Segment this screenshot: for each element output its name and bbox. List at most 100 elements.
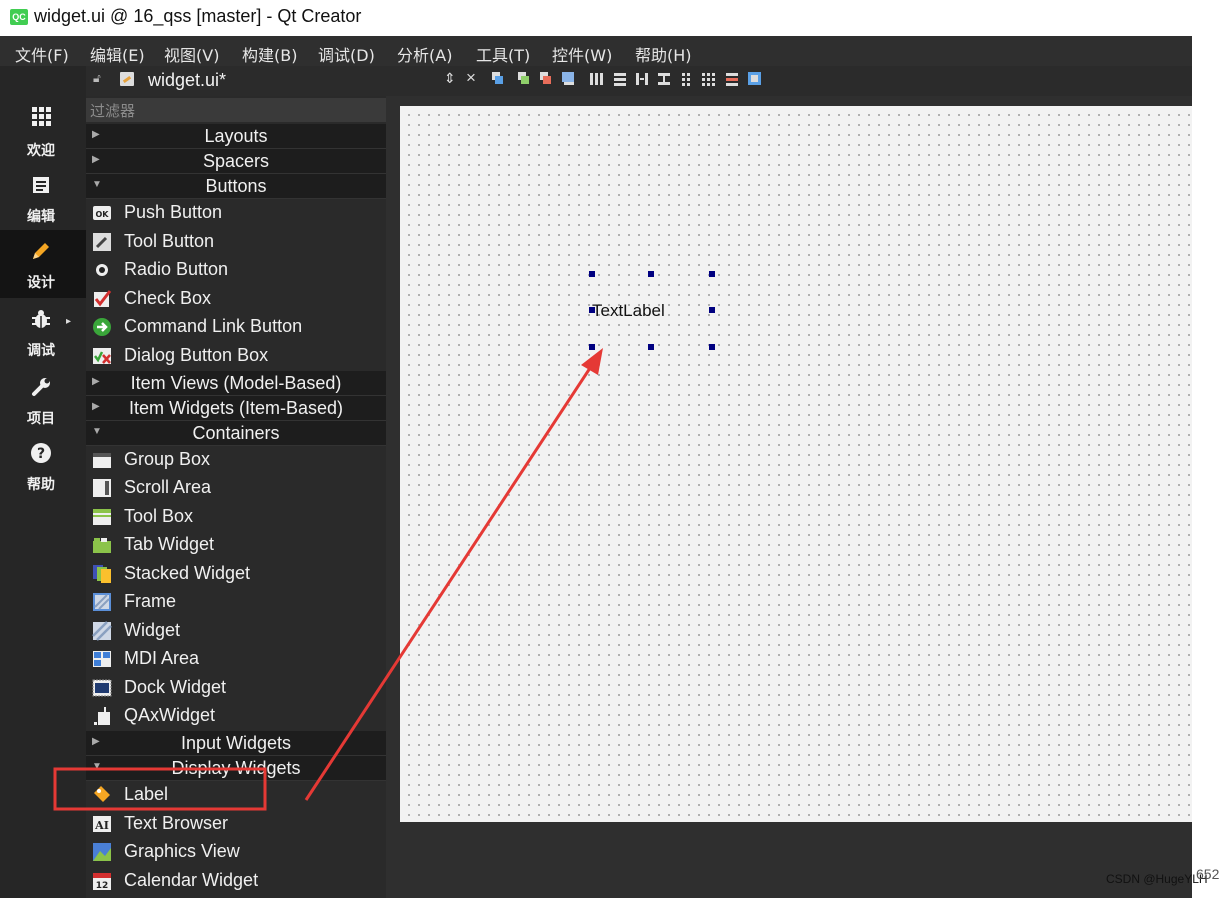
form-text-label[interactable]: TextLabel (592, 301, 665, 321)
check-box-icon (94, 290, 112, 307)
mode-welcome[interactable]: 欢迎 (0, 102, 86, 164)
label-tag-icon (94, 786, 110, 802)
widget-tab-widget[interactable]: Tab Widget (90, 531, 380, 559)
category-spacers[interactable]: ▶ Spacers (86, 149, 386, 174)
group-box-icon (93, 453, 111, 468)
resize-handle[interactable] (709, 344, 715, 350)
widget-dock-widget[interactable]: Dock Widget (90, 674, 380, 702)
unlock-icon[interactable]: 🔓︎ (93, 70, 105, 86)
menu-edit[interactable]: 编辑(E) (90, 42, 145, 66)
widget-tool-button[interactable]: Tool Button (90, 228, 380, 256)
svg-text:12: 12 (96, 881, 109, 891)
resize-handle[interactable] (648, 271, 654, 277)
widget-tool-box[interactable]: Tool Box (90, 503, 380, 531)
widget-dialog-button-box[interactable]: Dialog Button Box (90, 342, 380, 370)
mode-label: 设计 (27, 275, 55, 291)
menu-build[interactable]: 构建(B) (242, 42, 297, 66)
category-buttons[interactable]: ▼ Buttons (86, 174, 386, 199)
mode-label: 项目 (27, 411, 55, 427)
menu-view[interactable]: 视图(V) (164, 42, 219, 66)
widget-group-box[interactable]: Group Box (90, 446, 380, 474)
edit-widgets-icon[interactable] (492, 72, 503, 84)
tool-box-icon (93, 509, 111, 525)
svg-text:AI: AI (94, 819, 109, 832)
adjust-size-icon[interactable] (748, 72, 761, 85)
mode-selector: 欢迎 编辑 设计 ▸ 调试 项目 ? 帮助 (0, 66, 86, 898)
resize-handle[interactable] (709, 271, 715, 277)
category-layouts[interactable]: ▶ Layouts (86, 124, 386, 149)
mode-design[interactable]: 设计 (0, 230, 86, 298)
document-list-toggle-icon[interactable]: ⇕ (444, 70, 456, 87)
radio-button-icon (96, 264, 108, 276)
edit-signals-icon[interactable] (518, 72, 529, 84)
category-input-widgets[interactable]: ▶ Input Widgets (86, 731, 386, 756)
category-item-views[interactable]: ▶ Item Views (Model-Based) (86, 371, 386, 396)
break-layout-icon[interactable] (726, 73, 738, 86)
widget-graphics-view[interactable]: Graphics View (90, 838, 380, 866)
wrench-icon (26, 376, 56, 404)
layout-horizontal-icon[interactable] (590, 73, 603, 85)
category-item-widgets[interactable]: ▶ Item Widgets (Item-Based) (86, 396, 386, 421)
widget-qaxwidget[interactable]: QAxWidget (90, 702, 380, 730)
widget-scroll-area[interactable]: Scroll Area (90, 474, 380, 502)
mode-label: 编辑 (27, 209, 55, 225)
widget-check-box[interactable]: Check Box (90, 285, 380, 313)
widget-command-link-button[interactable]: Command Link Button (90, 313, 380, 341)
mode-edit[interactable]: 编辑 (0, 170, 86, 232)
form-canvas[interactable] (400, 106, 1192, 822)
edit-tab-order-icon[interactable] (562, 72, 574, 85)
question-icon: ? (26, 442, 56, 470)
close-icon[interactable]: × (466, 68, 476, 88)
mdi-area-icon (93, 651, 111, 667)
dialog-button-box-icon (93, 348, 111, 364)
command-link-icon (93, 318, 111, 336)
layout-h-splitter-icon[interactable] (636, 73, 648, 85)
menu-tools[interactable]: 工具(T) (476, 42, 530, 66)
layout-vertical-icon[interactable] (614, 73, 626, 86)
resize-handle[interactable] (648, 344, 654, 350)
category-containers[interactable]: ▼ Containers (86, 421, 386, 446)
graphics-view-icon (93, 843, 111, 861)
watermark-partial: 652 (1196, 866, 1220, 882)
widget-stacked-widget[interactable]: Stacked Widget (90, 560, 380, 588)
widget-frame[interactable]: Frame (90, 588, 380, 616)
expand-arrow-icon: ▸ (66, 316, 72, 327)
layout-v-splitter-icon[interactable] (658, 73, 670, 85)
document-name[interactable]: widget.ui* (148, 70, 226, 91)
layout-form-icon[interactable] (682, 73, 690, 86)
widget-radio-button[interactable]: Radio Button (90, 256, 380, 284)
mode-debug[interactable]: ▸ 调试 (0, 302, 86, 364)
layout-grid-icon[interactable] (702, 73, 715, 86)
widget-push-button[interactable]: OK Push Button (90, 199, 380, 227)
dock-widget-icon (92, 679, 112, 697)
resize-handle[interactable] (589, 344, 595, 350)
widget-text-browser[interactable]: AI Text Browser (90, 810, 380, 838)
resize-handle[interactable] (589, 307, 595, 313)
tool-button-icon (93, 233, 111, 251)
mode-projects[interactable]: 项目 (0, 370, 86, 432)
edit-buddies-icon[interactable] (540, 72, 551, 84)
resize-handle[interactable] (589, 271, 595, 277)
mode-label: 帮助 (27, 477, 55, 493)
mode-help[interactable]: ? 帮助 (0, 438, 86, 500)
widget-widget[interactable]: Widget (90, 617, 380, 645)
mode-label: 欢迎 (27, 143, 55, 159)
filter-input[interactable]: 过滤器 (90, 100, 135, 121)
menu-debug[interactable]: 调试(D) (318, 42, 375, 66)
widget-mdi-area[interactable]: MDI Area (90, 645, 380, 673)
document-icon (26, 176, 56, 200)
menu-help[interactable]: 帮助(H) (635, 42, 692, 66)
scroll-area-icon (93, 479, 111, 497)
form-editor-toolbar (492, 72, 761, 86)
menu-widgets[interactable]: 控件(W) (552, 42, 612, 66)
resize-handle[interactable] (709, 307, 715, 313)
tab-widget-icon (93, 538, 111, 553)
widget-label[interactable]: Label (90, 781, 380, 809)
widget-icon (92, 621, 112, 641)
bug-icon (26, 308, 56, 336)
category-display-widgets[interactable]: ▼ Display Widgets (86, 756, 386, 781)
text-browser-icon: AI (93, 816, 111, 832)
menu-analyze[interactable]: 分析(A) (397, 42, 452, 66)
menu-file[interactable]: 文件(F) (15, 42, 69, 66)
widget-calendar-widget[interactable]: 12 Calendar Widget (90, 867, 380, 895)
